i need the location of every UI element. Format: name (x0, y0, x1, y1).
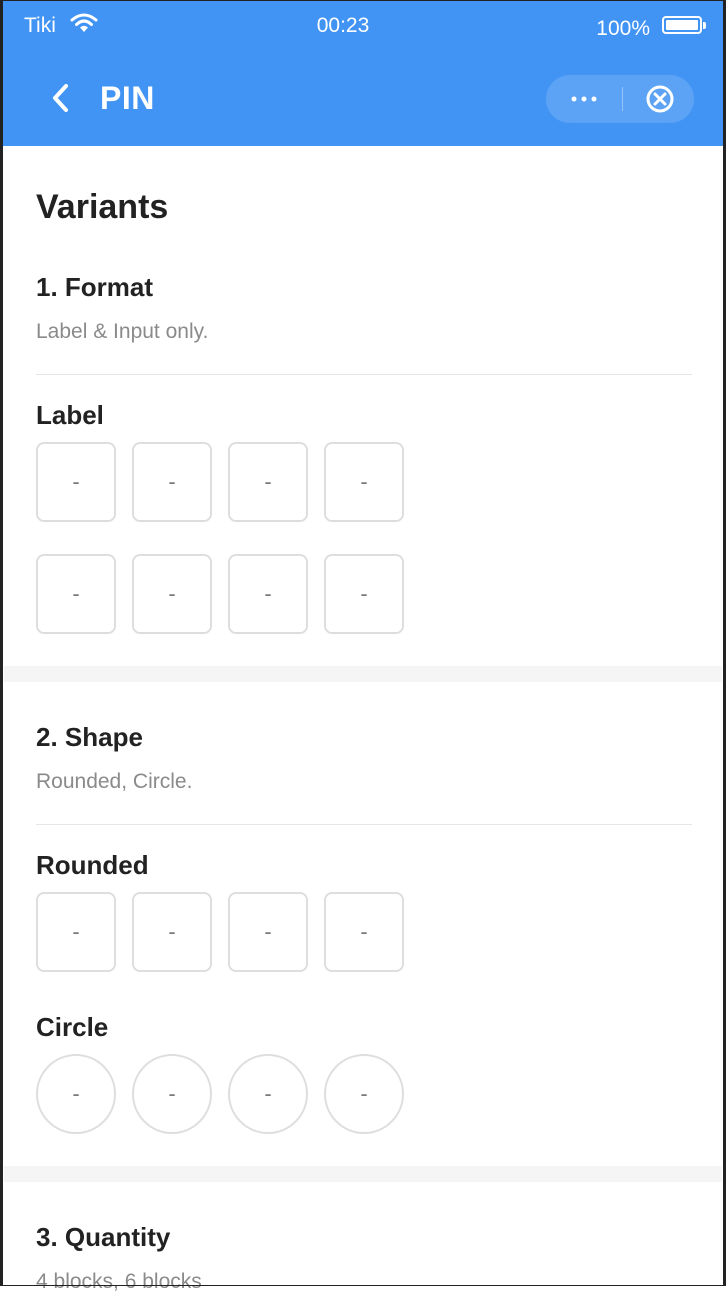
pin-cell[interactable]: - (36, 554, 116, 634)
section-format: Variants 1. Format Label & Input only. L… (4, 146, 722, 666)
pin-cell[interactable]: - (228, 892, 308, 972)
pin-input-row: - - - - (36, 554, 404, 634)
pin-cell[interactable]: - (132, 442, 212, 522)
status-time: 00:23 (316, 14, 370, 37)
close-button[interactable] (623, 75, 694, 123)
pin-cell[interactable]: - (324, 892, 404, 972)
pin-cell-circle[interactable]: - (324, 1054, 404, 1134)
pin-cell[interactable]: - (228, 442, 308, 522)
pin-cell-circle[interactable]: - (132, 1054, 212, 1134)
section-gap (4, 1166, 722, 1182)
pin-input-row: - - - - (36, 442, 404, 522)
group-label: Rounded (36, 850, 149, 880)
chevron-left-icon (53, 84, 68, 112)
status-bar: Tiki 00:23 100% (0, 0, 726, 50)
section-description: 4 blocks, 6 blocks (36, 1270, 202, 1293)
section-description: Rounded, Circle. (36, 770, 193, 793)
group-label: Label (36, 400, 104, 430)
nav-bar: PIN (0, 70, 726, 126)
divider (36, 824, 692, 825)
pin-cell[interactable]: - (324, 554, 404, 634)
close-circle-icon (646, 85, 674, 113)
app-header: Tiki 00:23 100% PIN (0, 0, 726, 146)
pin-cell[interactable]: - (324, 442, 404, 522)
more-button[interactable] (546, 75, 622, 123)
pin-cell[interactable]: - (36, 892, 116, 972)
page-content: Variants 1. Format Label & Input only. L… (4, 146, 722, 1302)
pin-cell[interactable]: - (132, 892, 212, 972)
section-title: 2. Shape (36, 722, 143, 752)
back-button[interactable] (46, 80, 76, 116)
pin-input-row: - - - - (36, 1054, 404, 1134)
section-gap (4, 666, 722, 682)
pin-input-row: - - - - (36, 892, 404, 972)
section-quantity: 3. Quantity 4 blocks, 6 blocks (4, 1182, 722, 1302)
battery-icon (662, 16, 706, 34)
section-shape: 2. Shape Rounded, Circle. Rounded - - - … (4, 682, 722, 1166)
pin-cell[interactable]: - (36, 442, 116, 522)
mini-program-capsule (546, 75, 694, 123)
pin-cell-circle[interactable]: - (36, 1054, 116, 1134)
section-title: 1. Format (36, 272, 154, 302)
pin-cell-circle[interactable]: - (228, 1054, 308, 1134)
more-icon (571, 96, 597, 102)
page-title: PIN (100, 80, 155, 116)
section-title: 3. Quantity (36, 1222, 171, 1252)
group-label: Circle (36, 1012, 109, 1042)
section-description: Label & Input only. (36, 320, 209, 343)
pin-cell[interactable]: - (132, 554, 212, 634)
divider (36, 374, 692, 375)
battery-percentage: 100% (596, 17, 650, 40)
pin-cell[interactable]: - (228, 554, 308, 634)
variants-heading: Variants (36, 188, 169, 226)
